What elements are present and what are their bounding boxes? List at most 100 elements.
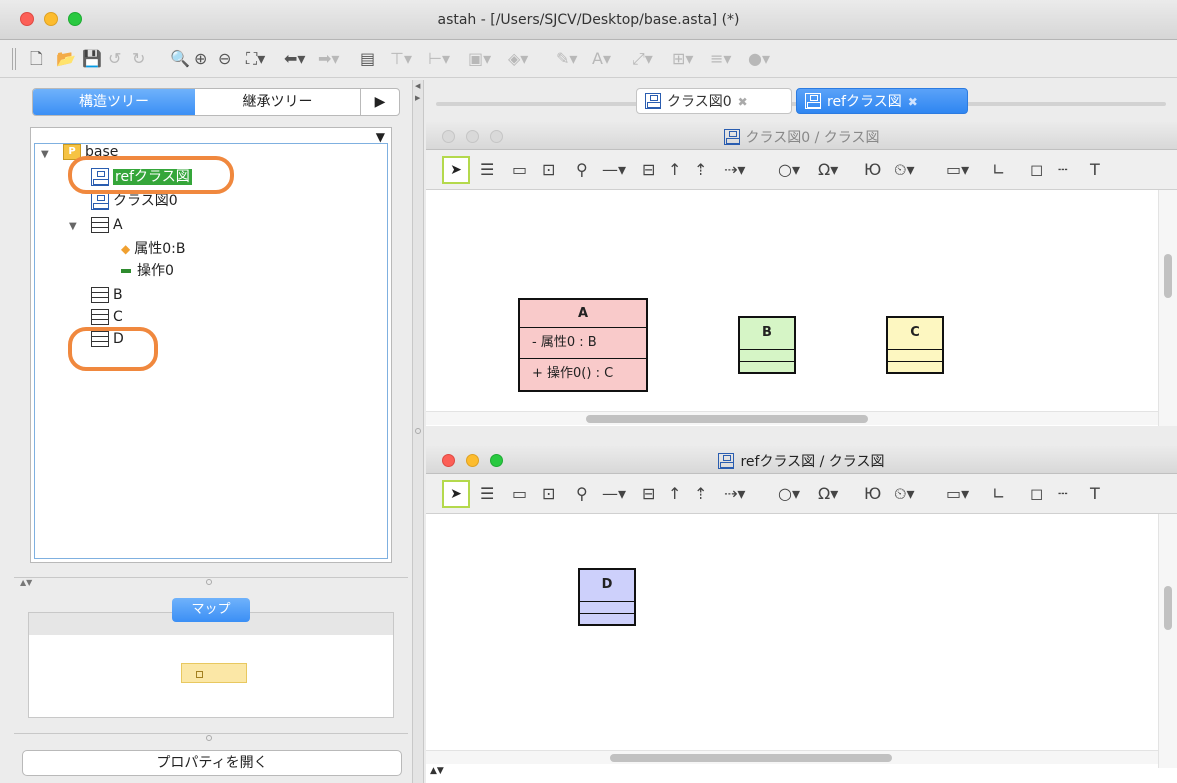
tree-node-root[interactable]: Pbase — [63, 141, 118, 163]
aggregation-tool-icon[interactable]: ⊟ — [642, 485, 655, 503]
new-file-icon[interactable]: 🗋 — [30, 50, 43, 68]
horizontal-scrollbar[interactable] — [426, 411, 1158, 425]
scrollbar-thumb[interactable] — [610, 754, 892, 762]
splitter-handle[interactable] — [206, 735, 212, 741]
open-folder-icon[interactable]: 📂 — [56, 50, 76, 68]
subsystem-tool-icon[interactable]: ⊡ — [542, 161, 555, 179]
font-color-icon[interactable]: A▾ — [592, 50, 611, 68]
vertical-scrollbar[interactable] — [1158, 514, 1177, 768]
map-viewport-indicator[interactable] — [181, 663, 247, 683]
tab-inheritance-tree[interactable]: 継承ツリー — [195, 89, 361, 115]
split-arrows-icon[interactable]: ▲▼ — [20, 578, 32, 587]
forward-icon[interactable]: ➡▾ — [318, 50, 339, 68]
tree-node-class-b[interactable]: B — [91, 284, 123, 306]
vertical-scrollbar[interactable] — [1158, 190, 1177, 426]
splitter-handle[interactable] — [415, 428, 421, 434]
map-tab[interactable]: マップ — [172, 598, 250, 622]
select-tool-icon[interactable]: ➤ — [442, 156, 470, 184]
tree-layout-icon[interactable]: ⊞▾ — [672, 50, 693, 68]
tree-node-operation[interactable]: 操作0 — [121, 260, 174, 282]
tree-node-refclassdiagram[interactable]: refクラス図 — [91, 166, 192, 188]
tree-map-splitter[interactable]: ▲▼ — [14, 577, 408, 587]
tree-node-classdiagram0[interactable]: クラス図0 — [91, 190, 178, 212]
class-tool-icon[interactable]: ☰ — [480, 161, 494, 179]
zoom-out-icon[interactable]: ⊖ — [218, 50, 231, 68]
line-style-icon[interactable]: ⤢▾ — [632, 50, 653, 68]
note-pin-tool-icon[interactable]: ⚲ — [576, 161, 588, 179]
expand-collapse-arrows-icon[interactable]: ▲▼ — [426, 766, 486, 783]
map-props-splitter[interactable] — [14, 733, 408, 741]
uml-class-b[interactable]: B — [738, 316, 796, 374]
fit-window-icon[interactable]: ⛶▾ — [246, 50, 265, 68]
scrollbar-thumb[interactable] — [1164, 254, 1172, 298]
state-tool-icon[interactable]: ⏲▾ — [894, 485, 915, 503]
association-tool-icon[interactable]: —▾ — [602, 161, 626, 179]
interface-tool-icon[interactable]: ○▾ — [778, 485, 800, 503]
collapse-left-icon[interactable]: ◀ — [415, 82, 420, 90]
generalization-tool-icon[interactable]: ↑ — [668, 485, 681, 503]
zoom-fit-icon[interactable]: 🔍 — [170, 50, 190, 68]
usage-tool-icon[interactable]: Ю — [864, 485, 881, 503]
uml-class-c[interactable]: C — [886, 316, 944, 374]
class-tool-icon[interactable]: ☰ — [480, 485, 494, 503]
undo-icon[interactable]: ↺ — [108, 50, 121, 68]
arrange-icon[interactable]: ▣▾ — [468, 50, 491, 68]
tree-node-attribute[interactable]: ◆ 属性0:B — [121, 238, 185, 260]
collapse-right-icon[interactable]: ▶ — [415, 94, 420, 102]
scrollbar-thumb[interactable] — [586, 415, 868, 423]
note-tool-icon[interactable]: ◻ — [1030, 161, 1043, 179]
back-icon[interactable]: ⬅▾ — [284, 50, 305, 68]
align-left-icon[interactable]: ⊢▾ — [428, 50, 450, 68]
align-top-icon[interactable]: ⊤▾ — [390, 50, 412, 68]
usage-tool-icon[interactable]: Ю — [864, 161, 881, 179]
fill-color-icon[interactable]: ◈▾ — [508, 50, 528, 68]
text-tool-icon[interactable]: T — [1090, 485, 1100, 503]
tab-more-arrow[interactable]: ▶ — [361, 89, 399, 115]
subsystem-tool-icon[interactable]: ⊡ — [542, 485, 555, 503]
class-operation[interactable]: + 操作0() : C — [520, 359, 646, 390]
class-attribute[interactable]: - 属性0 : B — [520, 328, 646, 359]
package-tool-icon[interactable]: ▭ — [512, 161, 527, 179]
realization-tool-icon[interactable]: ⇡ — [694, 161, 707, 179]
package-tool-icon[interactable]: ▭ — [512, 485, 527, 503]
select-tool-icon[interactable]: ➤ — [442, 480, 470, 508]
tree-node-class-a[interactable]: A — [91, 214, 123, 236]
doc-tab-refclassdiagram[interactable]: refクラス図 ✖ — [796, 88, 968, 114]
anchor-tool-icon[interactable]: ┄ — [1058, 485, 1068, 503]
tree-node-class-c[interactable]: C — [91, 306, 123, 328]
uml-class-a[interactable]: A - 属性0 : B + 操作0() : C — [518, 298, 648, 392]
diagram-canvas[interactable]: D — [426, 514, 1158, 750]
line-color-icon[interactable]: ✎▾ — [556, 50, 577, 68]
note-pin-tool-icon[interactable]: ⚲ — [576, 485, 588, 503]
uml-class-d[interactable]: D — [578, 568, 636, 626]
doc-tab-classdiagram0[interactable]: クラス図0 ✖ — [636, 88, 792, 114]
dependency-tool-icon[interactable]: ⇢▾ — [724, 485, 745, 503]
tree-node-class-d[interactable]: D — [91, 328, 124, 350]
realization-tool-icon[interactable]: ⇡ — [694, 485, 707, 503]
frame-tool-icon[interactable]: ▭▾ — [946, 161, 969, 179]
splitter-handle[interactable] — [206, 579, 212, 585]
anchor-tool-icon[interactable]: ┄ — [1058, 161, 1068, 179]
expand-class-a-icon[interactable]: ▼ — [69, 221, 77, 232]
required-interface-tool-icon[interactable]: Ω▾ — [818, 485, 838, 503]
layout-icon[interactable]: ▤ — [360, 50, 375, 68]
save-icon[interactable]: 💾 — [82, 50, 102, 68]
frame-tool-icon[interactable]: ▭▾ — [946, 485, 969, 503]
association-tool-icon[interactable]: —▾ — [602, 485, 626, 503]
dependency-tool-icon[interactable]: ⇢▾ — [724, 161, 745, 179]
expand-root-icon[interactable]: ▼ — [41, 149, 49, 160]
scrollbar-thumb[interactable] — [1164, 586, 1172, 630]
state-tool-icon[interactable]: ⏲▾ — [894, 161, 915, 179]
diagram-canvas[interactable]: A - 属性0 : B + 操作0() : C B C — [426, 190, 1158, 411]
zoom-in-icon[interactable]: ⊕ — [194, 50, 207, 68]
constraint-tool-icon[interactable]: ∟ — [992, 161, 1005, 179]
generalization-tool-icon[interactable]: ↑ — [668, 161, 681, 179]
tree-dropdown-icon[interactable]: ▼ — [376, 130, 385, 144]
text-tool-icon[interactable]: T — [1090, 161, 1100, 179]
note-tool-icon[interactable]: ◻ — [1030, 485, 1043, 503]
pane-splitter[interactable] — [415, 426, 1177, 446]
required-interface-tool-icon[interactable]: Ω▾ — [818, 161, 838, 179]
constraint-tool-icon[interactable]: ∟ — [992, 485, 1005, 503]
redo-icon[interactable]: ↻ — [132, 50, 145, 68]
interface-tool-icon[interactable]: ○▾ — [778, 161, 800, 179]
